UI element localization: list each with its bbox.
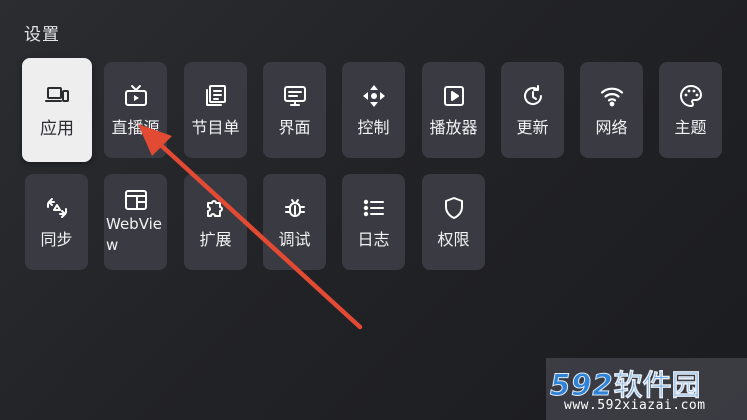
tile-label: 同步 [40, 230, 73, 249]
tile-label: 调试 [278, 230, 311, 249]
tile-player[interactable]: 播放器 [422, 62, 485, 158]
tile-label: 扩展 [199, 230, 232, 249]
tile-label: 应用 [40, 119, 74, 139]
tile-label: 播放器 [429, 118, 478, 137]
tile-sync[interactable]: 同步 [25, 174, 88, 270]
tile-webview[interactable]: WebView [104, 174, 167, 270]
browser-window-icon [124, 188, 148, 212]
shield-icon [442, 196, 466, 220]
tv-icon [124, 84, 148, 108]
tile-extension[interactable]: 扩展 [184, 174, 247, 270]
refresh-icon [521, 84, 545, 108]
dpad-icon [362, 84, 386, 108]
watermark-digits: 592 [550, 368, 614, 403]
monitor-icon [283, 84, 307, 108]
watermark-logo: 592软件园 www.592xiazai.com [546, 358, 747, 420]
tile-log[interactable]: 日志 [342, 174, 405, 270]
list-icon [362, 196, 386, 220]
watermark-url: www.592xiazai.com [564, 398, 706, 413]
tile-update[interactable]: 更新 [501, 62, 564, 158]
tile-label: 界面 [278, 118, 311, 137]
tile-permission[interactable]: 权限 [422, 174, 485, 270]
tile-apps[interactable]: 应用 [22, 58, 92, 162]
tile-label: 权限 [437, 230, 470, 249]
tile-epg[interactable]: 节目单 [184, 62, 247, 158]
tile-label: WebView [106, 215, 163, 254]
tile-label: 控制 [357, 118, 390, 137]
wifi-icon [600, 84, 624, 108]
tile-control[interactable]: 控制 [342, 62, 405, 158]
watermark-brand: 软件园 [613, 368, 701, 403]
tile-label: 主题 [674, 118, 707, 137]
puzzle-icon [204, 196, 228, 220]
tile-network[interactable]: 网络 [580, 62, 643, 158]
sync-icon [45, 196, 69, 220]
tile-label: 网络 [595, 118, 628, 137]
palette-icon [679, 84, 703, 108]
guide-list-icon [204, 84, 228, 108]
play-box-icon [442, 84, 466, 108]
devices-icon [45, 83, 69, 107]
tile-live-source[interactable]: 直播源 [104, 62, 167, 158]
tile-label: 节目单 [191, 118, 240, 137]
tile-label: 更新 [516, 118, 549, 137]
tile-debug[interactable]: 调试 [263, 174, 326, 270]
bug-icon [283, 196, 307, 220]
screen-title: 设置 [24, 25, 60, 45]
tile-label: 直播源 [111, 118, 160, 137]
tile-theme[interactable]: 主题 [659, 62, 722, 158]
tile-interface[interactable]: 界面 [263, 62, 326, 158]
tile-label: 日志 [357, 230, 390, 249]
